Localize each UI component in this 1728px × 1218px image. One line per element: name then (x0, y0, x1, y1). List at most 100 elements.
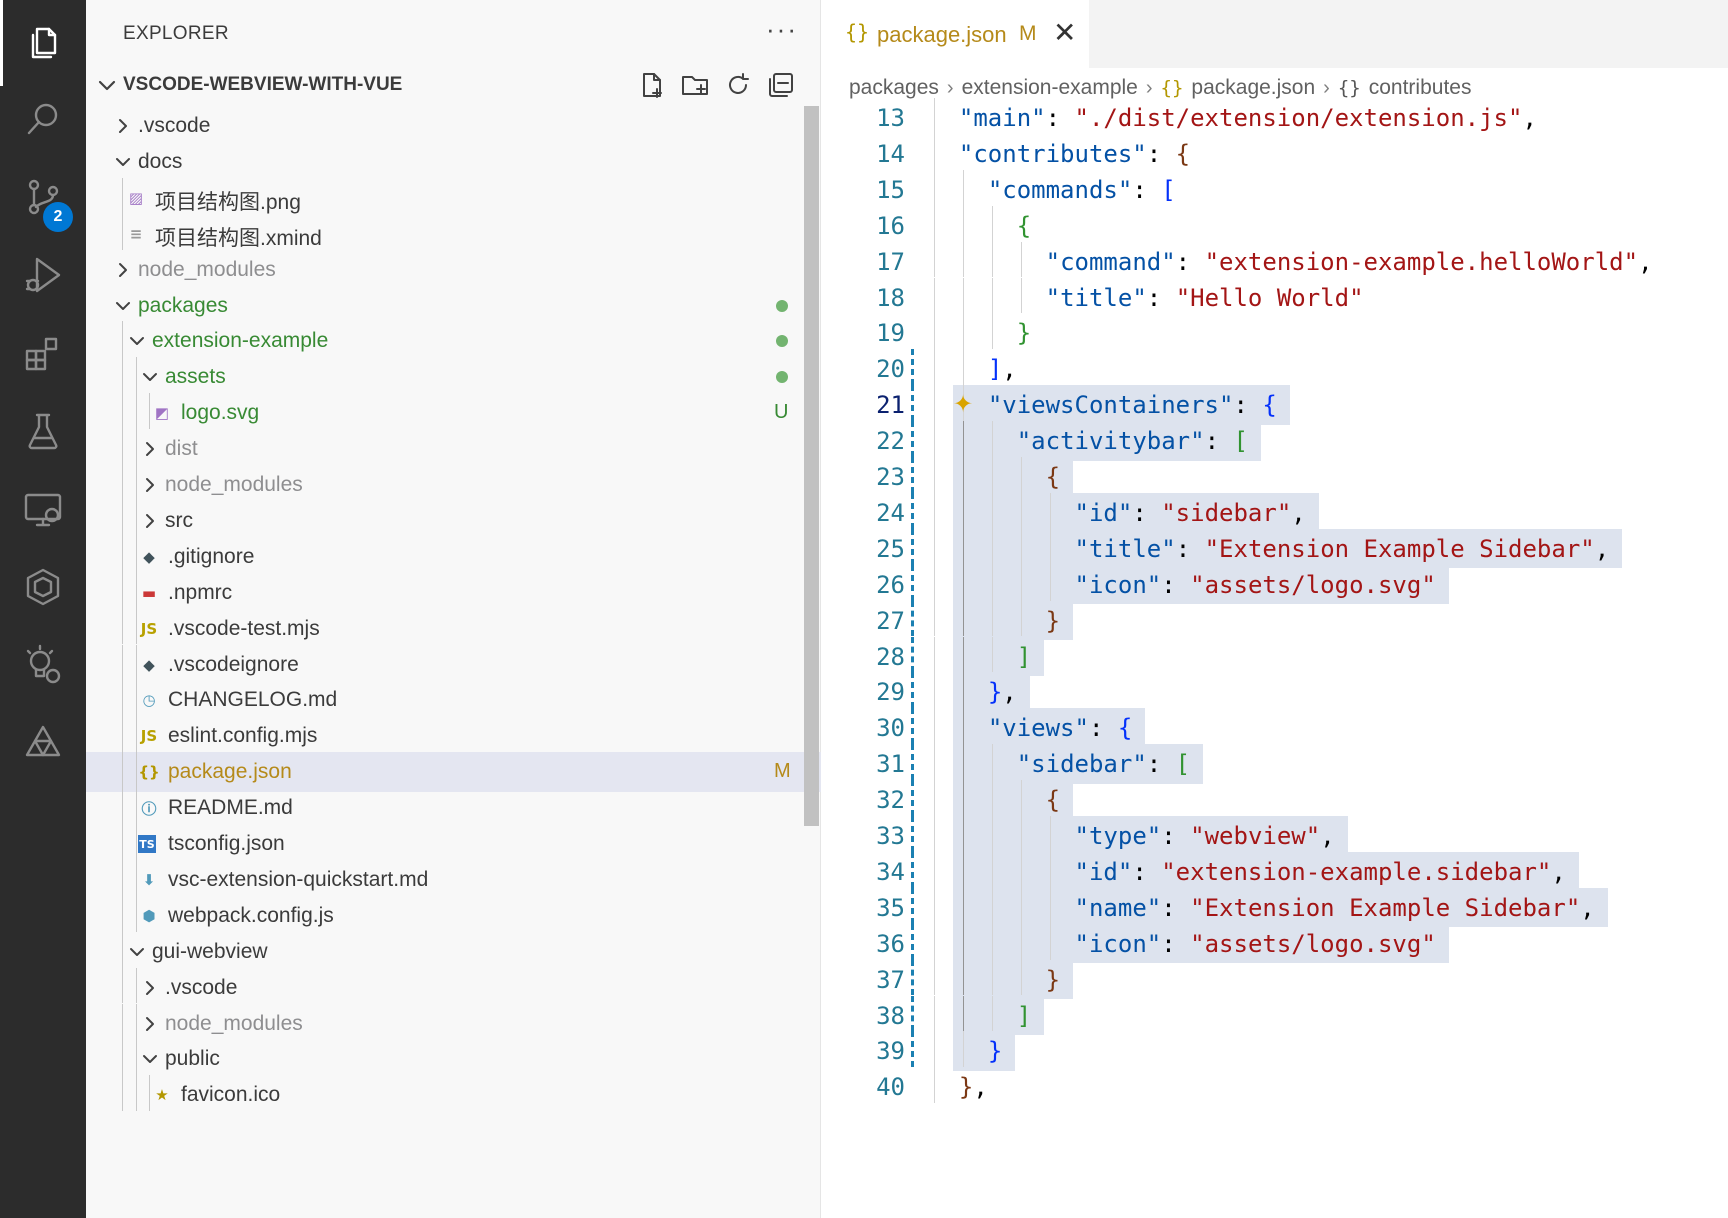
chevron-right-icon[interactable] (140, 1013, 160, 1035)
tree-file[interactable]: ⬇ vsc-extension-quickstart.md (86, 859, 821, 900)
chevron-down-icon[interactable] (140, 366, 160, 388)
indent-guide (136, 393, 137, 430)
chevron-down-icon[interactable] (113, 295, 133, 317)
tree-file[interactable]: ◆ .gitignore (86, 536, 821, 577)
code-line: 31 "sidebar": [ (821, 744, 1728, 784)
tree-folder[interactable]: node_modules (86, 465, 821, 505)
git-added-gutter (911, 887, 915, 924)
activity-extension-hexagon[interactable] (0, 546, 86, 632)
code-line: 39 } (821, 1031, 1728, 1071)
chevron-right-icon[interactable] (113, 115, 133, 137)
chevron-right-icon[interactable] (140, 977, 160, 999)
code-text: ] (1016, 642, 1032, 671)
tree-folder[interactable]: public (86, 1039, 821, 1079)
tree-file[interactable]: JS .vscode-test.mjs (86, 608, 821, 649)
tree-folder[interactable]: src (86, 500, 821, 541)
activity-source-control[interactable]: 2 (0, 156, 86, 242)
breadcrumb-extension-example[interactable]: extension-example (962, 76, 1138, 100)
tree-item-label: package.json (168, 760, 292, 784)
code-text: "icon": "assets/logo.svg" (1074, 570, 1436, 599)
code-line: 40 }, (821, 1067, 1728, 1107)
activity-testing[interactable] (0, 390, 86, 476)
tree-folder[interactable]: assets (86, 357, 821, 397)
chevron-right-icon[interactable] (113, 259, 133, 281)
tree-file[interactable]: {} package.json M (86, 752, 821, 792)
tree-file[interactable]: ▬ .npmrc (86, 572, 821, 613)
activity-extension-triangle[interactable] (0, 702, 86, 788)
chevron-down-icon[interactable] (113, 151, 133, 173)
indent-guide (136, 680, 137, 717)
tree-folder[interactable]: gui-webview (86, 931, 821, 972)
sidebar-scrollbar[interactable] (804, 106, 819, 826)
indent-guide (136, 608, 137, 645)
chevron-down-icon[interactable] (127, 330, 147, 352)
activity-remote-explorer[interactable] (0, 468, 86, 554)
close-icon[interactable]: ✕ (1053, 16, 1076, 49)
activity-run-debug[interactable] (0, 234, 86, 320)
tree-file[interactable]: ◷ CHANGELOG.md (86, 680, 821, 720)
new-folder-icon[interactable] (680, 70, 710, 100)
git-added-gutter (911, 457, 915, 493)
activity-search[interactable] (0, 78, 86, 164)
ts-file-icon: TS (138, 835, 156, 853)
tree-item-label: tsconfig.json (168, 832, 285, 855)
activity-explorer[interactable] (0, 0, 86, 86)
tree-folder[interactable]: docs (86, 142, 821, 182)
tree-folder[interactable]: node_modules (86, 1003, 821, 1044)
code-line: 25 "title": "Extension Example Sidebar", (821, 528, 1728, 569)
chevron-down-icon[interactable] (140, 1048, 160, 1070)
more-actions-button[interactable]: ··· (766, 14, 798, 45)
refresh-icon[interactable] (723, 70, 753, 100)
activity-extensions[interactable] (0, 312, 86, 398)
workspace-header[interactable]: VSCODE-WEBVIEW-WITH-VUE (86, 66, 821, 106)
tree-file[interactable]: ⬢ webpack.config.js (86, 895, 821, 936)
code-text: "contributes": { (958, 139, 1191, 168)
breadcrumb-packages[interactable]: packages (849, 76, 939, 100)
tree-file[interactable]: TS tsconfig.json (86, 824, 821, 864)
code-line: 28 ] (821, 636, 1728, 677)
tree-item-label: src (165, 508, 193, 532)
breadcrumb-package-json[interactable]: package.json (1191, 76, 1315, 100)
tree-item-label: 项目结构图.xmind (155, 226, 322, 250)
tree-folder[interactable]: node_modules (86, 250, 821, 290)
tree-folder[interactable]: dist (86, 429, 821, 469)
chevron-right-icon[interactable] (140, 474, 160, 496)
collapse-all-icon[interactable] (766, 70, 796, 100)
chevron-down-icon[interactable] (127, 941, 147, 963)
code-text: "name": "Extension Example Sidebar", (1074, 893, 1595, 922)
tree-folder[interactable]: packages (86, 286, 821, 326)
code-text: }, (987, 678, 1017, 707)
extensions-icon (21, 331, 65, 380)
new-file-icon[interactable] (637, 70, 667, 100)
line-number: 37 (876, 965, 905, 994)
indent-guide (122, 429, 123, 465)
tree-folder[interactable]: .vscode (86, 967, 821, 1008)
tree-file[interactable]: ⓘ README.md (86, 788, 821, 828)
git-file-icon: ◆ (143, 655, 155, 674)
tab-package-json[interactable]: {} package.json M ✕ (821, 0, 1089, 68)
chevron-right-icon[interactable] (140, 510, 160, 532)
tree-item-label: node_modules (138, 257, 276, 281)
indent-guide (136, 716, 137, 753)
tree-item-label: webpack.config.js (168, 903, 334, 927)
breadcrumb-contributes[interactable]: contributes (1369, 76, 1472, 100)
tree-folder[interactable]: .vscode (86, 106, 821, 146)
chevron-right-icon[interactable] (140, 438, 160, 460)
code-editor[interactable]: 13 "main": "./dist/extension/extension.j… (821, 98, 1728, 1218)
tree-file[interactable]: ◩ logo.svg U (86, 393, 821, 433)
indent-guide (122, 393, 123, 430)
tree-file[interactable]: ◆ .vscodeignore (86, 644, 821, 685)
tree-file[interactable]: ▨ 项目结构图.png (86, 177, 821, 218)
tree-file[interactable]: JS eslint.config.mjs (86, 716, 821, 756)
activity-extension-bulb[interactable] (0, 624, 86, 710)
tree-file[interactable]: ≡ 项目结构图.xmind (86, 213, 821, 254)
tree-file[interactable]: ★ favicon.ico (86, 1075, 821, 1115)
indent-guide (122, 213, 123, 250)
git-added-gutter (911, 564, 915, 601)
chevron-right-icon: › (1323, 76, 1330, 99)
tree-folder[interactable]: extension-example (86, 321, 821, 361)
tree-item-label: .gitignore (168, 544, 255, 568)
code-text: } (1045, 965, 1061, 994)
sparkle-icon[interactable]: ✦ (953, 390, 973, 419)
git-added-gutter (911, 744, 915, 781)
